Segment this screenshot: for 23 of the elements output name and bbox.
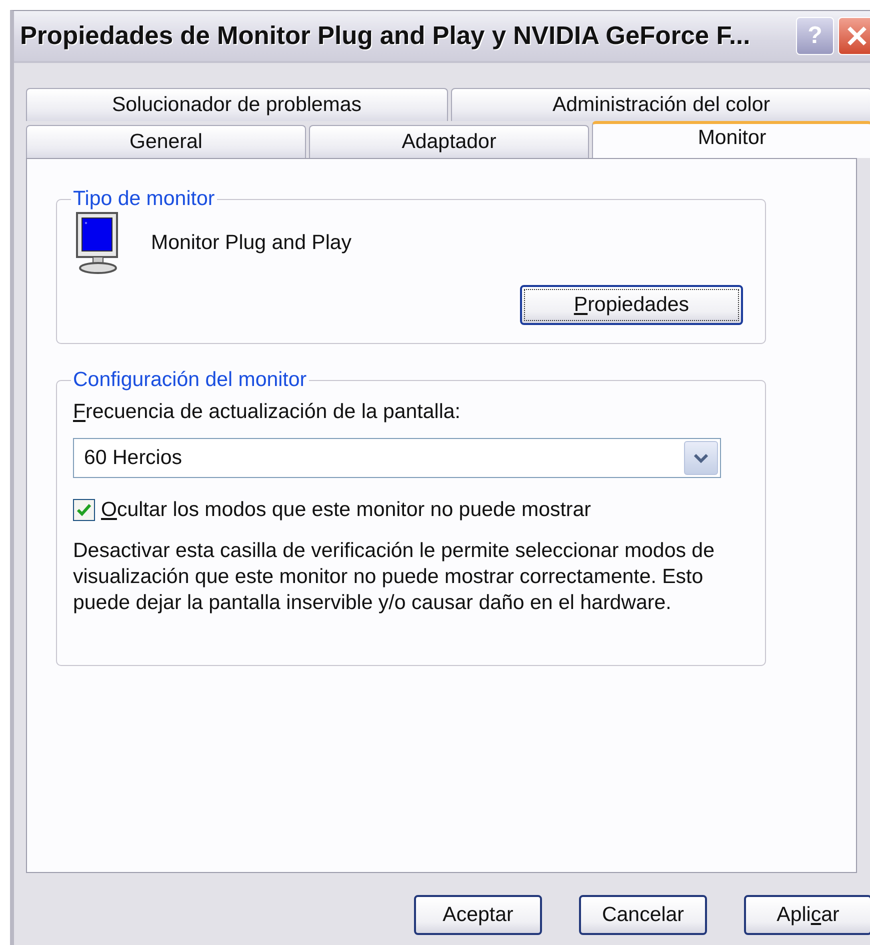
dialog-button[interactable]: Cancelar: [579, 895, 707, 935]
refresh-dropdown[interactable]: 60 Hercios: [73, 438, 721, 478]
checkbox[interactable]: [73, 499, 95, 521]
close-button[interactable]: [838, 17, 870, 55]
group-title: Configuración del monitor: [72, 368, 308, 392]
tab[interactable]: General: [26, 125, 306, 158]
monitor-name: Monitor Plug and Play: [151, 231, 352, 255]
dialog-button[interactable]: Aplicar: [744, 895, 870, 935]
chevron-icon: [694, 453, 708, 463]
tab[interactable]: Adaptador: [309, 125, 589, 158]
group-title: Tipo de monitor: [72, 187, 216, 211]
tab[interactable]: Monitor: [592, 121, 870, 158]
refresh-label: Frecuencia de actualización de la pantalla:: [73, 400, 462, 424]
dialog-button[interactable]: Aceptar: [414, 895, 542, 935]
description-text: Desactivar esta casilla de verificación le permite seleccionar modos de visualización que este monitor no puede mostrar correctamente. Esto puede dejar la pantalla inservible y/o causar daño en el hardware.: [73, 538, 716, 616]
dropdown-button[interactable]: [684, 441, 718, 475]
window-title: Propiedades de Monitor Plug and Play y NVIDIA GeForce F...: [20, 22, 752, 50]
tab[interactable]: Administración del color: [450, 88, 870, 121]
tab[interactable]: Solucionador de problemas: [26, 88, 448, 121]
monitor-icon: [73, 211, 121, 275]
close-icon: [845, 24, 869, 48]
properties-button[interactable]: Propiedades: [520, 285, 743, 325]
checkbox-label[interactable]: Ocultar los modos que este monitor no puede mostrar: [101, 498, 591, 522]
